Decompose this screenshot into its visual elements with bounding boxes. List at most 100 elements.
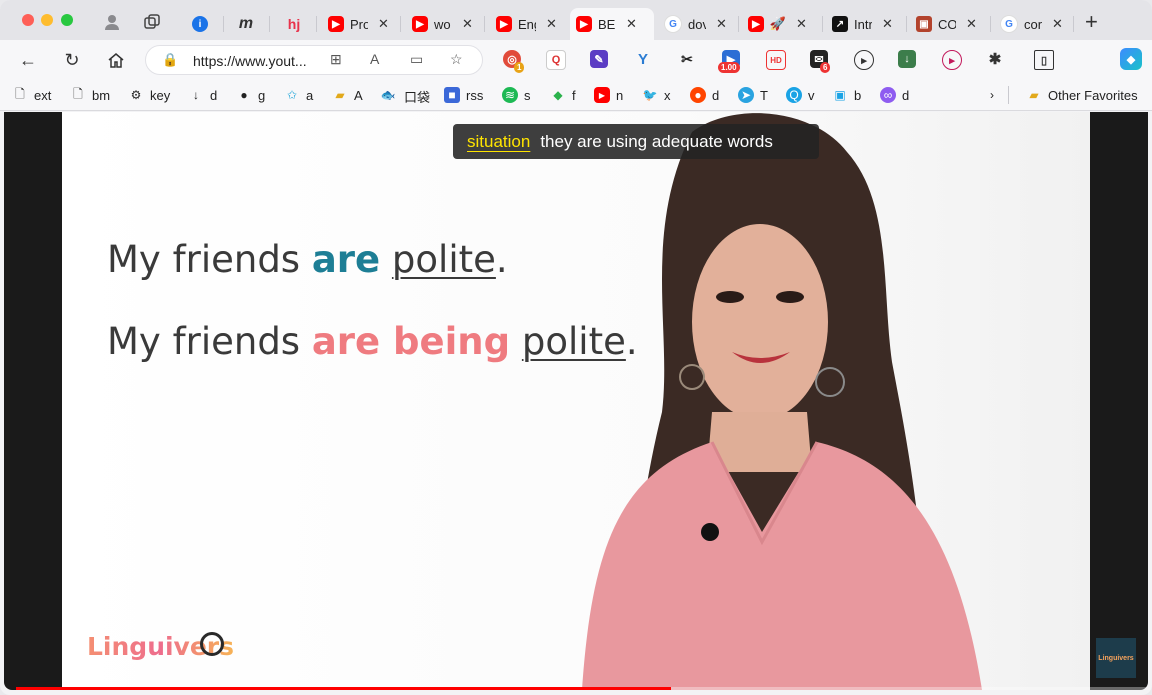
refresh-button[interactable]: ↻ [60, 48, 84, 72]
bookmark-item[interactable]: ▣ b [832, 87, 861, 103]
pen-ext-icon[interactable]: ✎ [590, 50, 608, 68]
tab-8[interactable]: G dov ✕ [658, 8, 733, 40]
tab-4[interactable]: ▶ Pro ✕ [322, 8, 395, 40]
bookmark-item[interactable]: ▶ n [594, 87, 623, 103]
extensions-icon[interactable]: ✱ [986, 50, 1004, 68]
google-icon: G [1000, 15, 1018, 33]
tab-9[interactable]: ▶ 🚀 ✕ [742, 8, 813, 40]
hd-ext-icon[interactable]: HD [766, 50, 786, 70]
zoom-window-button[interactable] [61, 14, 73, 26]
page-icon: 🗋 [15, 86, 25, 101]
tab-close-icon[interactable]: ✕ [716, 16, 727, 32]
immersive-reader-icon[interactable]: ▭ [410, 51, 423, 68]
info-icon: i [192, 16, 208, 32]
bookmark-item[interactable]: ■ rss [444, 87, 483, 103]
bookmark-label: ext [34, 87, 52, 103]
bookmark-item[interactable]: ↓ d [188, 87, 217, 103]
bookmark-item[interactable]: ∞ d [880, 87, 909, 103]
fish-icon: 🐟 [380, 88, 396, 102]
tab-1[interactable]: i [186, 8, 214, 40]
download-ext-icon[interactable]: ↓ [898, 50, 916, 68]
reddit-icon: ● [690, 87, 706, 103]
bookmark-item[interactable]: 口袋 [404, 87, 430, 106]
tab-close-icon[interactable]: ✕ [462, 16, 473, 32]
tab-close-icon[interactable]: ✕ [378, 16, 389, 32]
bookmark-label: v [808, 87, 815, 103]
chevron-right-icon: › [990, 88, 994, 102]
workspaces-icon[interactable] [142, 12, 162, 32]
discord-icon: ∞ [880, 87, 896, 103]
new-tab-button[interactable]: + [1085, 11, 1098, 33]
home-button[interactable] [104, 48, 128, 72]
bookmark-label: n [616, 87, 624, 103]
channel-watermark[interactable]: Linguivers [1096, 638, 1136, 678]
bookmark-item[interactable]: 🐦 x [642, 87, 671, 103]
tab-close-icon[interactable]: ✕ [546, 16, 557, 32]
play-ext-icon[interactable]: ▸ [942, 50, 962, 70]
twitter-icon: 🐦 [642, 88, 658, 102]
bookmark-label: d [210, 87, 218, 103]
tab-3[interactable]: hj [280, 8, 308, 40]
y-ext-icon[interactable]: Y [634, 50, 652, 68]
apps-icon[interactable]: ⊞ [330, 51, 342, 68]
split-screen-icon[interactable]: ▯ [1034, 50, 1054, 70]
bookmark-label: 口袋 [404, 90, 431, 105]
bookmark-label: key [150, 87, 171, 103]
page-icon: 🗋 [73, 86, 83, 101]
tab-10[interactable]: ↗ Intr ✕ [826, 8, 899, 40]
bookmark-item[interactable]: ● g [236, 87, 265, 103]
rocket-icon: 🚀 [769, 16, 787, 31]
bookmark-item[interactable]: ✩ a [284, 87, 313, 103]
tab-close-icon[interactable]: ✕ [1052, 16, 1063, 32]
address-bar[interactable]: 🔒 https://www.yout... ⊞ A ▭ ☆ [145, 45, 483, 75]
bookmark-item[interactable]: 🗋 bm [70, 87, 110, 103]
bookmark-item[interactable]: ◆ f [550, 87, 575, 103]
tab-2[interactable]: m [232, 8, 260, 40]
bookmark-label: s [524, 87, 531, 103]
presenter-image [582, 113, 982, 690]
other-favorites[interactable]: ▰ Other Favorites [1026, 87, 1137, 103]
back-button[interactable]: ← [16, 48, 40, 72]
bookmark-item[interactable]: 🗋 ext [12, 87, 51, 103]
bookmark-item[interactable]: ⚙ key [128, 87, 171, 103]
close-window-button[interactable] [22, 14, 34, 26]
crest-icon: ▣ [916, 16, 932, 32]
tab-5[interactable]: ▶ wo ✕ [406, 8, 479, 40]
tab-close-icon[interactable]: ✕ [966, 16, 977, 32]
bookmark-item[interactable]: ➤ T [738, 87, 768, 103]
bookmark-item[interactable]: ≋ s [502, 87, 531, 103]
extension-badge: 1 [514, 62, 525, 73]
tab-11[interactable]: ▣ CO ✕ [910, 8, 983, 40]
bookmarks-overflow-button[interactable]: › [984, 87, 1000, 103]
scissors-ext-icon[interactable]: ✂ [678, 50, 696, 68]
bookmark-item[interactable]: ▰ A [332, 87, 362, 103]
watermark-label: Linguivers [1098, 654, 1134, 662]
tab-6[interactable]: ▶ Eng ✕ [490, 8, 563, 40]
read-aloud-icon[interactable]: A [370, 51, 379, 67]
bookmark-item[interactable]: ● d [690, 87, 719, 103]
bilibili-icon: ▣ [834, 88, 846, 102]
minimize-window-button[interactable] [41, 14, 53, 26]
video-ext-icon[interactable]: ▸ [854, 50, 874, 70]
favorite-star-icon[interactable]: ☆ [450, 51, 463, 68]
profile-icon[interactable] [102, 12, 122, 32]
youtube-icon: ▶ [748, 16, 764, 32]
folder-icon: ▰ [1029, 88, 1039, 102]
search-ext-icon[interactable]: Q [546, 50, 566, 70]
caption-highlight-word[interactable]: situation [467, 132, 530, 152]
feedly-icon: ◆ [553, 88, 563, 102]
video-player[interactable]: My friends are polite. My friends are be… [4, 112, 1148, 690]
video-progress-bar[interactable] [16, 687, 1146, 690]
bookmark-item[interactable]: 🐟 [380, 87, 396, 103]
tab-12[interactable]: G cor ✕ [994, 8, 1069, 40]
tab-close-icon[interactable]: ✕ [882, 16, 893, 32]
tab-active[interactable]: ▶ BE ✕ [570, 8, 654, 40]
bookmark-item[interactable]: Qv [786, 87, 815, 103]
copilot-icon[interactable]: ◆ [1120, 48, 1142, 70]
tab-close-icon[interactable]: ✕ [626, 16, 637, 32]
url-text[interactable]: https://www.yout... [193, 53, 307, 69]
tab-close-icon[interactable]: ✕ [796, 16, 807, 32]
folder-icon: ▰ [335, 88, 345, 102]
puzzle-icon: ⚙ [130, 88, 142, 102]
rss-icon: ■ [444, 87, 460, 103]
